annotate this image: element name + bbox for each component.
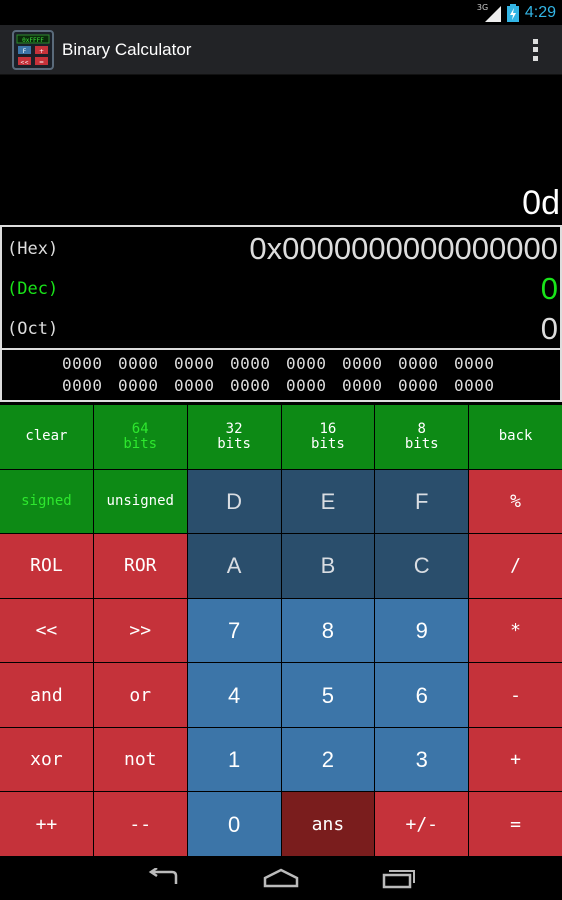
xor-button[interactable]: xor — [0, 727, 93, 792]
status-bar: 3G 4:29 — [0, 0, 562, 25]
hex-label: (Hex) — [7, 239, 59, 259]
shift-left-button[interactable]: << — [0, 598, 93, 663]
binary-bits-panel: 0000 0000 0000 0000 0000 0000 0000 0000 … — [0, 348, 562, 402]
hex-b-button[interactable]: B — [281, 534, 375, 598]
bits-16-button[interactable]: 16 bits — [281, 405, 375, 469]
bit-group[interactable]: 0000 — [286, 354, 326, 373]
radix-panel: (Hex) 0x0000000000000000 (Dec) 0 (Oct) 0 — [0, 225, 562, 350]
bit-group[interactable]: 0000 — [118, 354, 158, 373]
digit-1-button[interactable]: 1 — [187, 727, 281, 792]
oct-row[interactable]: (Oct) 0 — [2, 309, 560, 349]
bit-group[interactable]: 0000 — [454, 354, 494, 373]
bit-group[interactable]: 0000 — [230, 376, 270, 395]
app-title: Binary Calculator — [62, 39, 192, 59]
bit-group[interactable]: 0000 — [174, 354, 214, 373]
home-icon[interactable] — [262, 865, 300, 891]
svg-text:<<: << — [20, 60, 28, 66]
not-button[interactable]: not — [93, 727, 187, 792]
bits-64-button[interactable]: 64 bits — [93, 405, 187, 469]
digit-8-button[interactable]: 8 — [281, 598, 375, 663]
svg-text:+: + — [39, 48, 44, 55]
bit-group[interactable]: 0000 — [454, 376, 494, 395]
ans-button[interactable]: ans — [281, 792, 375, 856]
bits-row-lower: 0000 0000 0000 0000 0000 0000 0000 0000 — [62, 376, 494, 395]
hex-row[interactable]: (Hex) 0x0000000000000000 — [2, 229, 560, 269]
bit-group[interactable]: 0000 — [118, 376, 158, 395]
hex-d-button[interactable]: D — [187, 469, 281, 534]
main-value: 0d — [522, 184, 560, 222]
clock: 4:29 — [524, 3, 556, 21]
hex-e-button[interactable]: E — [281, 469, 375, 534]
and-button[interactable]: and — [0, 663, 93, 727]
bits-8-button[interactable]: 8 bits — [375, 405, 469, 469]
unsigned-button[interactable]: unsigned — [93, 469, 187, 534]
battery-icon — [506, 3, 519, 22]
add-button[interactable]: + — [469, 727, 562, 792]
divide-button[interactable]: / — [469, 534, 562, 598]
rotate-right-button[interactable]: ROR — [93, 534, 187, 598]
svg-text:=: = — [39, 59, 44, 66]
bit-group[interactable]: 0000 — [230, 354, 270, 373]
bit-group[interactable]: 0000 — [342, 376, 382, 395]
hex-c-button[interactable]: C — [375, 534, 469, 598]
digit-0-button[interactable]: 0 — [187, 792, 281, 856]
modulo-button[interactable]: % — [469, 469, 562, 534]
overflow-menu-icon[interactable] — [532, 38, 538, 61]
bits-32-unit: bits — [217, 435, 251, 452]
hex-value: 0x0000000000000000 — [249, 231, 558, 266]
digit-7-button[interactable]: 7 — [187, 598, 281, 663]
bits-64-number: 64 — [131, 420, 149, 437]
svg-text:F: F — [23, 48, 27, 55]
bits-8-number: 8 — [417, 420, 426, 437]
bit-group[interactable]: 0000 — [174, 376, 214, 395]
app-logo-icon[interactable]: 0xFFFF F + << = — [12, 29, 54, 70]
oct-label: (Oct) — [7, 319, 59, 339]
digit-2-button[interactable]: 2 — [281, 727, 375, 792]
multiply-button[interactable]: * — [469, 598, 562, 663]
or-button[interactable]: or — [93, 663, 187, 727]
rotate-left-button[interactable]: ROL — [0, 534, 93, 598]
action-bar: 0xFFFF F + << = Binary Calculator — [0, 25, 562, 75]
bits-8-unit: bits — [404, 435, 439, 452]
oct-value: 0 — [540, 311, 558, 346]
digit-4-button[interactable]: 4 — [187, 663, 281, 727]
dec-row[interactable]: (Dec) 0 — [2, 269, 560, 309]
dec-value: 0 — [540, 271, 558, 306]
signal-icon: 3G — [477, 3, 501, 22]
keypad: clear 64 bits 32 bits 16 bits 8 bits back si… — [0, 405, 562, 856]
bit-group[interactable]: 0000 — [398, 376, 438, 395]
dec-label: (Dec) — [7, 279, 59, 299]
back-icon[interactable] — [144, 865, 182, 891]
digit-3-button[interactable]: 3 — [375, 727, 469, 792]
decrement-button[interactable]: -- — [93, 792, 187, 856]
hex-f-button[interactable]: F — [375, 469, 469, 534]
bit-group[interactable]: 0000 — [342, 354, 382, 373]
digit-9-button[interactable]: 9 — [375, 598, 469, 663]
digit-5-button[interactable]: 5 — [281, 663, 375, 727]
bits-32-button[interactable]: 32 bits — [187, 405, 281, 469]
clear-button[interactable]: clear — [0, 405, 93, 469]
signed-button[interactable]: signed — [0, 469, 93, 534]
digit-6-button[interactable]: 6 — [375, 663, 469, 727]
bits-64-unit: bits — [123, 435, 158, 452]
subtract-button[interactable]: - — [469, 663, 562, 727]
equals-button[interactable]: = — [469, 792, 562, 856]
bit-group[interactable]: 0000 — [286, 376, 326, 395]
increment-button[interactable]: ++ — [0, 792, 93, 856]
hex-a-button[interactable]: A — [187, 534, 281, 598]
negate-button[interactable]: +/- — [375, 792, 469, 856]
navigation-bar — [0, 856, 562, 900]
bits-32-number: 32 — [225, 420, 243, 437]
bit-group[interactable]: 0000 — [398, 354, 438, 373]
bit-group[interactable]: 0000 — [62, 354, 102, 373]
back-button[interactable]: back — [469, 405, 562, 469]
recents-icon[interactable] — [380, 865, 418, 891]
shift-right-button[interactable]: >> — [93, 598, 187, 663]
bits-16-number: 16 — [319, 420, 337, 437]
bits-16-unit: bits — [311, 435, 345, 452]
bit-group[interactable]: 0000 — [62, 376, 102, 395]
svg-text:0xFFFF: 0xFFFF — [22, 37, 44, 44]
bits-row-upper: 0000 0000 0000 0000 0000 0000 0000 0000 — [62, 354, 494, 373]
